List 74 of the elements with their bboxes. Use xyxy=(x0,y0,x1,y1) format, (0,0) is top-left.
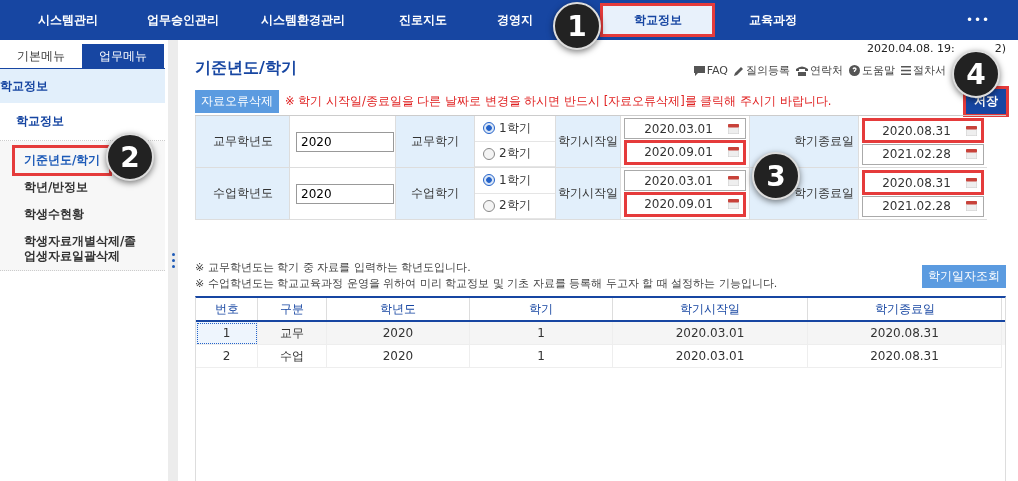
column-header: 학년도 xyxy=(327,298,470,320)
nav-tab[interactable]: 시스템환경관리 xyxy=(240,0,365,40)
help-link[interactable]: 도움말 xyxy=(849,63,895,78)
table-cell: 2020.08.31 xyxy=(808,345,1002,368)
year-field[interactable]: 2020 xyxy=(296,183,394,204)
step-number-badge: 2 xyxy=(106,133,154,181)
table-cell: 수업 xyxy=(258,345,327,368)
table-cell: 교무 xyxy=(258,322,327,345)
page-title: 기준년도/학기 xyxy=(195,58,297,79)
help-link[interactable]: 질의등록 xyxy=(734,63,790,78)
nav-tab[interactable]: 진로지도 xyxy=(365,0,480,40)
help-link[interactable]: 절차서 xyxy=(901,63,946,78)
year-field[interactable]: 2020 xyxy=(296,131,394,152)
date-field[interactable]: 2020.08.31 xyxy=(862,170,984,196)
date-field[interactable]: 2020.09.01 xyxy=(624,191,746,217)
date-field[interactable]: 2021.02.28 xyxy=(862,143,984,165)
calendar-icon xyxy=(728,123,739,134)
calendar-icon xyxy=(728,199,739,210)
nav-tab[interactable]: 시스템관리 xyxy=(10,0,125,40)
table-row[interactable]: 1 교무 2020 1 2020.03.01 2020.08.31 xyxy=(196,322,1005,345)
field-label: 교무학년도 xyxy=(195,116,290,168)
more-button[interactable]: ••• xyxy=(938,0,1018,40)
nav-tab[interactable]: 경영지 xyxy=(480,0,550,40)
help-icon xyxy=(849,65,860,76)
phone-icon xyxy=(796,65,808,76)
list-icon xyxy=(901,66,911,75)
warning-text: ※ 학기 시작일/종료일을 다른 날짜로 변경을 하시면 반드시 [자료오류삭제]를 클릭해 주시기 바랍니다. xyxy=(285,93,832,109)
note-text: ※ 수업학년도는 학교교육과정 운영을 위하여 미리 학교정보 및 기초 자료를 등록해 두고자 할 때 설정하는 기능입니다. xyxy=(195,276,778,292)
sidebar-item[interactable]: 학생수현황 xyxy=(0,201,165,228)
chat-icon xyxy=(693,65,705,76)
column-header: 학기종료일 xyxy=(808,298,1002,320)
nav-tab[interactable]: 업무승인관리 xyxy=(125,0,240,40)
calendar-icon xyxy=(966,177,977,188)
calendar-icon xyxy=(728,175,739,186)
help-link[interactable]: FAQ xyxy=(693,63,728,78)
table-cell: 2020 xyxy=(327,345,470,368)
field-label: 수업학년도 xyxy=(195,168,290,220)
table-row[interactable]: 2 수업 2020 1 2020.03.01 2020.08.31 xyxy=(196,345,1005,368)
field-label: 학기시작일 xyxy=(555,116,621,168)
table-cell: 1 xyxy=(470,345,613,368)
calendar-icon xyxy=(966,201,977,212)
date-field[interactable]: 2021.02.28 xyxy=(862,195,984,217)
sidebar-tab[interactable]: 업무메뉴 xyxy=(82,44,164,68)
sidebar-item[interactable]: 학생자료개별삭제/졸업생자료일괄삭제 xyxy=(0,228,165,270)
field-label: 학기종료일 xyxy=(794,133,854,150)
field-label: 수업학기 xyxy=(395,168,475,220)
column-header: 구분 xyxy=(258,298,327,320)
pencil-icon xyxy=(734,65,744,76)
table-cell: 2020.03.01 xyxy=(613,345,808,368)
calendar-icon xyxy=(728,147,739,158)
column-header: 번호 xyxy=(196,298,258,320)
table-cell: 2020.08.31 xyxy=(808,322,1002,345)
table-cell: 2020.03.01 xyxy=(613,322,808,345)
field-label: 학기시작일 xyxy=(555,168,621,220)
note-text: ※ 교무학년도는 학기 중 자료를 입력하는 학년도입니다. xyxy=(195,260,472,276)
date-field[interactable]: 2020.09.01 xyxy=(624,139,746,165)
table-cell: 1 xyxy=(196,322,258,345)
table-cell: 2020 xyxy=(327,322,470,345)
sidebar-section[interactable]: 학교정보 xyxy=(0,68,165,103)
date-field[interactable]: 2020.03.01 xyxy=(624,118,746,140)
column-header: 학기시작일 xyxy=(613,298,808,320)
table-cell: 2 xyxy=(196,345,258,368)
table-cell: 1 xyxy=(470,322,613,345)
date-field[interactable]: 2020.03.01 xyxy=(624,170,746,192)
nav-tab[interactable]: 학교정보 xyxy=(600,3,715,37)
help-link[interactable]: 연락처 xyxy=(796,63,843,78)
calendar-icon xyxy=(966,149,977,160)
date-field[interactable]: 2020.08.31 xyxy=(862,118,984,144)
nav-tab[interactable]: 교육과정 xyxy=(715,0,830,40)
splitter-handle[interactable] xyxy=(168,40,178,481)
datetime-text: 2020.04.08. 19: xyxy=(867,42,955,55)
column-header: 학기 xyxy=(470,298,613,320)
calendar-icon xyxy=(966,125,977,136)
field-label: 교무학기 xyxy=(395,116,475,168)
